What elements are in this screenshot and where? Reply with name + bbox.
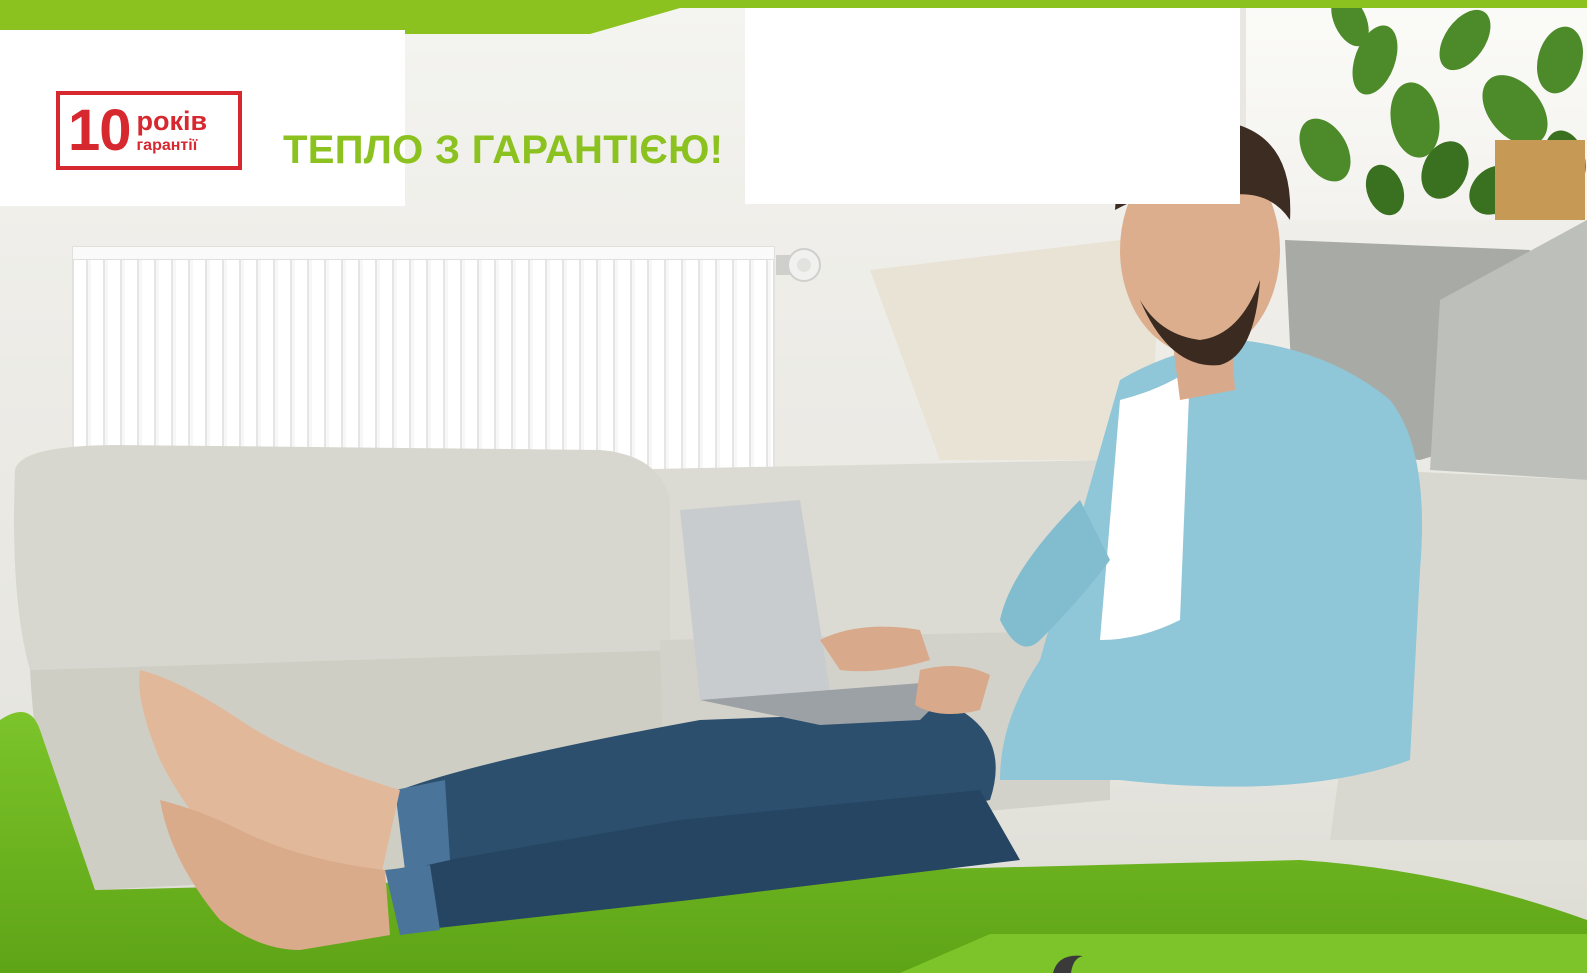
bottom-accent-bar [900, 934, 1587, 973]
badge-number: 10 [68, 97, 132, 163]
badge-words: років гарантії [136, 105, 208, 154]
brand-logo-icon [1053, 955, 1083, 973]
badge-years: років [136, 105, 208, 136]
header-panel-right [745, 8, 1240, 204]
warranty-badge-icon: 10 років гарантії [56, 91, 242, 170]
man-with-laptop [139, 120, 1422, 950]
slogan-heading: ТЕПЛО З ГАРАНТІЄЮ! [283, 128, 724, 172]
badge-guarantee: гарантії [136, 136, 198, 154]
